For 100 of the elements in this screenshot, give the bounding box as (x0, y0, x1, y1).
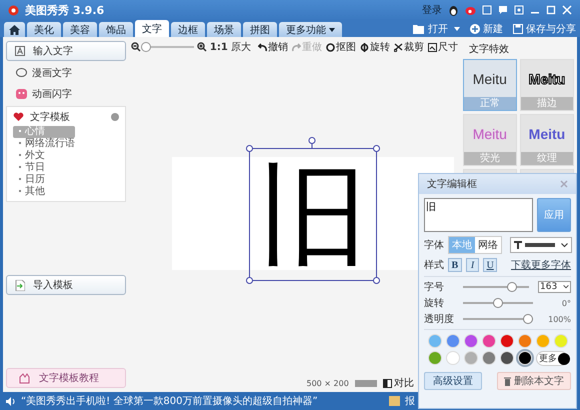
color-swatch[interactable] (500, 351, 514, 365)
sidebar-item[interactable]: 动画闪字 (6, 85, 126, 103)
tool-icon (428, 42, 437, 52)
tab[interactable]: 文字 (135, 20, 169, 37)
penguin-icon[interactable] (448, 4, 459, 16)
style-button[interactable]: B (448, 258, 462, 272)
template-category[interactable]: 其他 (13, 186, 119, 198)
template-category[interactable]: 外文 (13, 150, 119, 162)
effect-label: 描边 (520, 97, 573, 110)
rotate-handle-icon[interactable] (308, 137, 316, 149)
save-share-button[interactable]: 保存与分享 (513, 22, 576, 36)
actual-size-icon[interactable]: 1:1 (210, 42, 228, 52)
color-swatch[interactable] (446, 334, 460, 348)
home-tab[interactable] (4, 22, 25, 37)
plus-icon (470, 24, 480, 34)
color-swatch[interactable] (554, 334, 568, 348)
color-swatch[interactable] (428, 351, 442, 365)
resize-handle[interactable] (246, 277, 253, 284)
toolbar-button[interactable]: 抠图 (326, 40, 356, 54)
tool-icon (258, 42, 267, 52)
tool-icon (360, 42, 369, 52)
advanced-settings-button[interactable]: 高级设置 (424, 372, 482, 390)
resize-handle[interactable] (372, 145, 380, 152)
slider-label: 旋转 (424, 296, 445, 310)
face-icon (16, 89, 27, 99)
tab[interactable]: 拼图 (243, 22, 277, 37)
color-swatch[interactable] (464, 334, 478, 348)
tab[interactable]: 更多功能 (279, 22, 342, 37)
toolbar-button[interactable]: 裁剪 (394, 40, 424, 54)
tutorial-button[interactable]: 文字模板教程 (6, 368, 126, 388)
compare-button[interactable]: 对比 (382, 376, 414, 390)
chevron-down-icon (561, 242, 568, 248)
chevron-down-icon (563, 285, 569, 289)
toolbar-button[interactable]: 旋转 (360, 40, 390, 54)
tab[interactable]: 美容 (63, 22, 97, 37)
text-selection-box[interactable]: 旧 (248, 148, 377, 281)
collapse-icon[interactable] (110, 113, 119, 121)
app-logo-icon (8, 4, 19, 16)
font-source-tab[interactable]: 网络 (475, 237, 501, 253)
tool-icon (326, 42, 335, 52)
caret-icon (454, 26, 460, 30)
zoom-out-icon[interactable] (130, 42, 141, 52)
tab[interactable]: 饰品 (99, 22, 133, 37)
tab[interactable]: 边框 (171, 22, 205, 37)
slider-value: 100% (547, 314, 571, 324)
delete-text-button[interactable]: 删除本文字 (497, 372, 571, 390)
open-button[interactable]: 打开 (413, 22, 460, 36)
color-swatch[interactable] (482, 351, 496, 365)
color-swatch[interactable] (518, 351, 532, 365)
toolbar-button[interactable]: 撤销 (258, 40, 288, 54)
style-button[interactable]: I (466, 258, 480, 272)
status-message[interactable]: “美图秀秀出手机啦! 全球第一款800万前置摄像头的超级自拍神器” (21, 394, 318, 408)
resize-handle[interactable] (246, 145, 253, 152)
message-icon[interactable] (498, 5, 508, 15)
maximize-icon[interactable] (546, 5, 556, 15)
style-button[interactable]: U (483, 258, 498, 272)
folder-icon (413, 24, 425, 34)
sidebar-item[interactable]: 漫画文字 (6, 64, 126, 82)
font-icon (514, 241, 522, 249)
actual-size-button[interactable]: 原大 (230, 40, 251, 54)
download-fonts-link[interactable]: 下载更多字体 (511, 258, 572, 272)
template-category[interactable]: 网络流行语 (13, 138, 119, 150)
effect-tile[interactable]: Meitu 纹理 (520, 114, 574, 166)
login-link[interactable]: 登录 (422, 3, 442, 17)
tool-icon (394, 42, 403, 52)
more-colors-button[interactable]: 更多 (536, 351, 568, 366)
color-swatch[interactable] (536, 334, 550, 348)
color-swatch[interactable] (428, 334, 442, 348)
zoom-in-icon[interactable] (196, 42, 207, 52)
color-swatch[interactable] (464, 351, 478, 365)
toolbar-button[interactable]: 尺寸 (428, 40, 458, 54)
effects-title: 文字特效 (468, 42, 510, 57)
dialog-title: 文字编辑框 (427, 178, 477, 191)
slider-label: 透明度 (424, 312, 454, 326)
effect-tile[interactable]: Meitu 正常 (462, 59, 517, 111)
effect-sample: Meitu (528, 124, 566, 144)
tab[interactable]: 美化 (27, 22, 61, 37)
size-dropdown[interactable]: 163 (538, 281, 571, 293)
tab[interactable]: 场景 (207, 22, 241, 37)
color-swatch[interactable] (446, 351, 460, 365)
new-button[interactable]: 新建 (470, 22, 503, 36)
text-input-field[interactable]: 旧 (424, 198, 533, 232)
color-swatch[interactable] (500, 334, 514, 348)
import-file-icon (15, 280, 25, 290)
font-dropdown[interactable] (510, 237, 572, 253)
color-swatch[interactable] (518, 334, 532, 348)
import-template-button[interactable]: 导入模板 (6, 275, 126, 295)
input-text-button[interactable]: 输入文字 (6, 41, 126, 61)
eye-logo-icon[interactable] (465, 4, 476, 16)
resize-handle[interactable] (372, 277, 380, 284)
feedback-text[interactable]: 报 (405, 394, 415, 408)
template-title: 文字模板 (30, 110, 70, 124)
color-swatch[interactable] (482, 334, 496, 348)
speaker-icon (6, 396, 16, 406)
canvas-text: 旧 (258, 160, 368, 270)
effect-sample: Meitu (472, 124, 508, 144)
template-category[interactable]: 节日 (13, 162, 119, 174)
save-icon (513, 24, 523, 34)
heart-icon (13, 112, 24, 122)
template-category[interactable]: 日历 (13, 174, 119, 186)
